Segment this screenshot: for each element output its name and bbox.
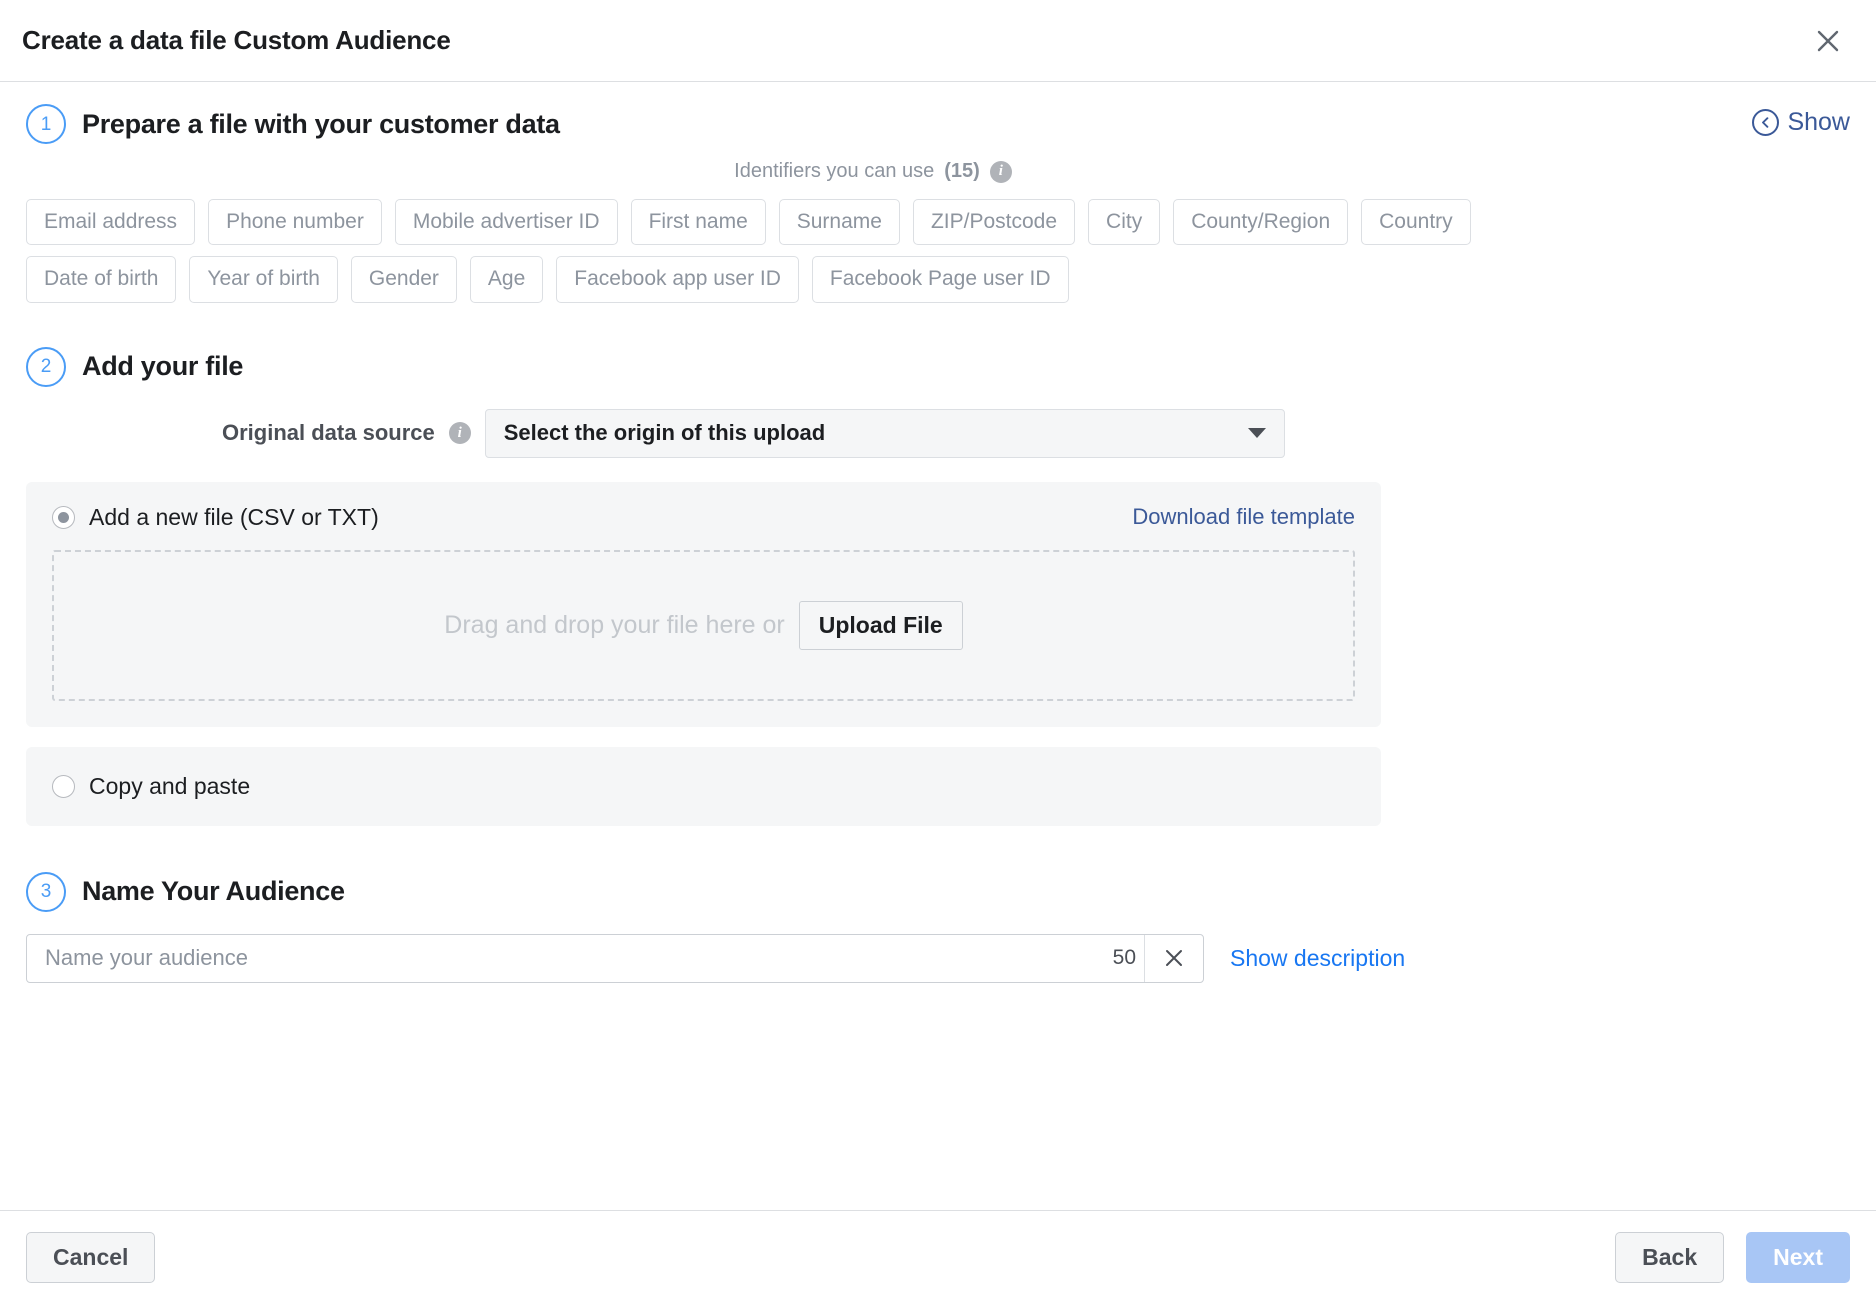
step-3-header: 3 Name Your Audience [26, 872, 1850, 912]
file-dropzone[interactable]: Drag and drop your file here or Upload F… [52, 550, 1355, 701]
footer-right-actions: Back Next [1615, 1232, 1850, 1283]
step-1-number: 1 [26, 104, 66, 144]
download-file-template-link[interactable]: Download file template [1132, 504, 1355, 530]
create-custom-audience-dialog: Create a data file Custom Audience 1 Pre… [0, 0, 1876, 1304]
dialog-footer: Cancel Back Next [0, 1210, 1876, 1304]
identifier-chip: First name [631, 199, 766, 245]
identifiers-caption-text: Identifiers you can use [734, 160, 934, 183]
chevron-down-icon [1248, 428, 1266, 438]
cancel-button[interactable]: Cancel [26, 1232, 155, 1283]
radio-add-new-file-label: Add a new file (CSV or TXT) [89, 504, 379, 531]
identifier-chip: Age [470, 256, 543, 302]
upload-file-button[interactable]: Upload File [799, 601, 963, 650]
dialog-header: Create a data file Custom Audience [0, 0, 1876, 82]
show-toggle-link[interactable]: Show [1752, 108, 1850, 137]
radio-add-new-file[interactable]: Add a new file (CSV or TXT) [52, 504, 379, 531]
identifier-chip: Email address [26, 199, 195, 245]
identifier-chip: Facebook Page user ID [812, 256, 1069, 302]
step-1-header: 1 Prepare a file with your customer data… [26, 104, 1850, 144]
original-data-source-value: Select the origin of this upload [504, 420, 825, 446]
chevron-left-icon [1752, 109, 1779, 136]
original-data-source-row: Original data source i Select the origin… [26, 409, 1850, 458]
add-new-file-panel: Add a new file (CSV or TXT) Download fil… [26, 482, 1381, 727]
radio-copy-and-paste-indicator[interactable] [52, 775, 75, 798]
info-icon[interactable]: i [449, 422, 471, 444]
show-toggle-label: Show [1787, 108, 1850, 137]
step-1-title: Prepare a file with your customer data [82, 109, 560, 140]
step-3-number: 3 [26, 872, 66, 912]
identifier-chip: ZIP/Postcode [913, 199, 1075, 245]
close-icon[interactable] [1806, 19, 1850, 63]
next-button[interactable]: Next [1746, 1232, 1850, 1283]
step-2-header: 2 Add your file [26, 347, 1850, 387]
identifier-chip: County/Region [1173, 199, 1348, 245]
dialog-title: Create a data file Custom Audience [22, 25, 451, 56]
identifiers-count: (15) [944, 160, 980, 183]
identifier-chip: Surname [779, 199, 900, 245]
step-3-title: Name Your Audience [82, 876, 345, 907]
original-data-source-label: Original data source [222, 420, 435, 446]
dropzone-text: Drag and drop your file here or [444, 611, 784, 640]
identifier-chip: Phone number [208, 199, 382, 245]
radio-copy-and-paste-label: Copy and paste [89, 773, 250, 800]
identifier-chip: Mobile advertiser ID [395, 199, 618, 245]
copy-and-paste-panel: Copy and paste [26, 747, 1381, 826]
identifier-chip: Facebook app user ID [556, 256, 799, 302]
radio-add-new-file-indicator[interactable] [52, 506, 75, 529]
audience-name-row: 50 Show description [26, 934, 1850, 983]
dialog-body: 1 Prepare a file with your customer data… [0, 82, 1876, 1210]
clear-icon[interactable] [1144, 935, 1203, 982]
show-description-link[interactable]: Show description [1230, 945, 1405, 972]
back-button[interactable]: Back [1615, 1232, 1724, 1283]
step-2-number: 2 [26, 347, 66, 387]
identifier-chip: Date of birth [26, 256, 176, 302]
identifier-chip: City [1088, 199, 1160, 245]
original-data-source-select[interactable]: Select the origin of this upload [485, 409, 1285, 458]
identifier-chip: Year of birth [189, 256, 337, 302]
info-icon[interactable]: i [990, 161, 1012, 183]
audience-name-field[interactable]: 50 [26, 934, 1204, 983]
radio-copy-and-paste[interactable]: Copy and paste [52, 773, 1355, 800]
identifier-chip: Gender [351, 256, 457, 302]
audience-name-char-counter: 50 [1088, 935, 1144, 982]
audience-name-input[interactable] [27, 935, 1088, 982]
identifier-chip-list: Email address Phone number Mobile advertis… [26, 199, 1606, 303]
identifiers-caption: Identifiers you can use (15) i [26, 160, 1850, 183]
identifier-chip: Country [1361, 199, 1471, 245]
step-2-title: Add your file [82, 351, 243, 382]
add-new-file-header: Add a new file (CSV or TXT) Download fil… [52, 504, 1355, 531]
